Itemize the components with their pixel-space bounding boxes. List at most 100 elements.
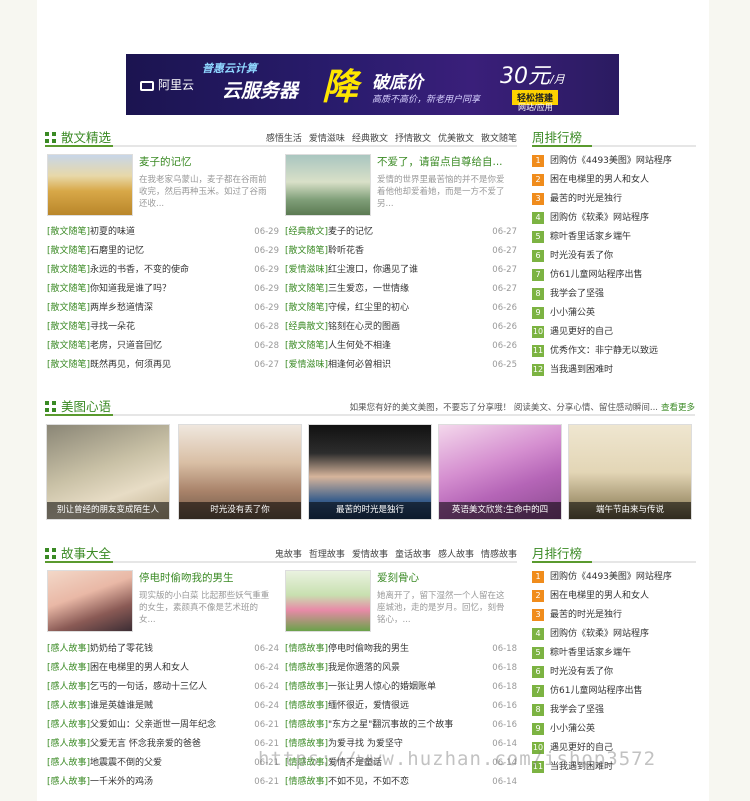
list-category[interactable]: [情感故事] (285, 663, 328, 673)
list-item[interactable]: [情感故事]停电时偷吻我的男生 06-18 (285, 640, 517, 659)
rank-item-title[interactable]: 团购仿《4493美图》网站程序 (550, 572, 672, 582)
rank-item-title[interactable]: 优秀作文：非宁静无以致远 (550, 346, 658, 356)
gallery-caption[interactable]: 最苦的时光是独行 (309, 502, 431, 519)
feature-title[interactable]: 爱刻骨心 (377, 570, 513, 585)
list-title[interactable]: 一千米外的鸡汤 (90, 777, 153, 787)
list-category[interactable]: [感人故事] (47, 720, 90, 730)
list-item[interactable]: [情感故事]一张让男人惊心的婚姻账单 06-18 (285, 678, 517, 697)
list-title[interactable]: 一张让男人惊心的婚姻账单 (328, 682, 436, 692)
list-category[interactable]: [经典散文] (285, 322, 328, 332)
rank-item[interactable]: 7 仿61儿童网站程序出售 (532, 266, 696, 285)
rank-item[interactable]: 6 时光没有丢了你 (532, 247, 696, 266)
list-item[interactable]: [散文随笔]你知道我是谁了吗？ 06-29 (47, 280, 279, 299)
list-title[interactable]: 乞丐的一句话，感动十三亿人 (90, 682, 207, 692)
list-category[interactable]: [散文随笔] (47, 246, 90, 256)
list-title[interactable]: 人生何处不相逢 (328, 341, 391, 351)
rank-item-title[interactable]: 小小蒲公英 (550, 724, 595, 734)
list-category[interactable]: [散文随笔] (47, 284, 90, 294)
rank-item[interactable]: 7 仿61儿童网站程序出售 (532, 682, 696, 701)
category-link[interactable]: 优美散文 (438, 134, 474, 144)
list-title[interactable]: 寻找一朵花 (90, 322, 135, 332)
list-title[interactable]: 红尘渡口，你遇见了谁 (328, 265, 418, 275)
category-link[interactable]: 抒情散文 (395, 134, 431, 144)
list-item[interactable]: [散文随笔]聆听花香 06-27 (285, 242, 517, 261)
rank-item-title[interactable]: 我学会了坚强 (550, 289, 604, 299)
rank-item[interactable]: 2 困在电梯里的男人和女人 (532, 587, 696, 606)
list-category[interactable]: [感人故事] (47, 739, 90, 749)
rank-item[interactable]: 12 当我遇到困难时 (532, 361, 696, 380)
rank-item[interactable]: 4 团购仿《软柔》网站程序 (532, 209, 696, 228)
list-category[interactable]: [散文随笔] (285, 246, 328, 256)
rank-item-title[interactable]: 最苦的时光是独行 (550, 194, 622, 204)
list-item[interactable]: [感人故事]父爱无言 怀念我亲爱的爸爸 06-21 (47, 735, 279, 754)
list-category[interactable]: [爱情滋味] (285, 265, 328, 275)
list-title[interactable]: 两岸乡愁道情深 (90, 303, 153, 313)
section-title-text[interactable]: 故事大全 (61, 546, 111, 561)
list-category[interactable]: [爱情滋味] (285, 360, 328, 370)
feature-card[interactable]: 爱刻骨心 她离开了，留下湿然一个人留在这座城池，走的是岁月。回忆，刻骨铭心，..… (285, 570, 515, 634)
rank-item-title[interactable]: 我学会了坚强 (550, 705, 604, 715)
rank-item[interactable]: 5 粽叶香里话家乡端午 (532, 644, 696, 663)
list-category[interactable]: [散文随笔] (47, 322, 90, 332)
rank-title[interactable]: 周排行榜 (532, 127, 582, 146)
ad-banner[interactable]: 阿里云 普惠云计算 云服务器 降 破底价 高质不高价，新老用户同享 30元/月 … (126, 54, 619, 115)
rank-item-title[interactable]: 团购仿《4493美图》网站程序 (550, 156, 672, 166)
rank-item[interactable]: 4 团购仿《软柔》网站程序 (532, 625, 696, 644)
list-title[interactable]: 老房，只道音回忆 (90, 341, 162, 351)
list-item[interactable]: [经典散文]麦子的记忆 06-27 (285, 223, 517, 242)
list-category[interactable]: [散文随笔] (285, 341, 328, 351)
list-item[interactable]: [感人故事]一千米外的鸡汤 06-21 (47, 773, 279, 792)
list-title[interactable]: 地震震不倒的父爱 (90, 758, 162, 768)
rank-item[interactable]: 6 时光没有丢了你 (532, 663, 696, 682)
list-item[interactable]: [经典散文]铭刻在心灵的图画 06-26 (285, 318, 517, 337)
list-title[interactable]: "东方之星"翻沉事故的三个故事 (328, 720, 453, 730)
feature-card[interactable]: 麦子的记忆 在我老家乌蒙山，麦子都在谷雨前收完，然后再种玉米。如过了谷雨还收..… (47, 154, 277, 218)
rank-item[interactable]: 11 优秀作文：非宁静无以致远 (532, 342, 696, 361)
list-category[interactable]: [感人故事] (47, 644, 90, 654)
list-category[interactable]: [情感故事] (285, 720, 328, 730)
list-title[interactable]: 铭刻在心灵的图画 (328, 322, 400, 332)
list-title[interactable]: 父爱如山：父亲逝世一周年纪念 (90, 720, 216, 730)
list-item[interactable]: [感人故事]谁是英雄谁是贼 06-24 (47, 697, 279, 716)
list-category[interactable]: [感人故事] (47, 682, 90, 692)
wheat-thumbnail[interactable] (47, 154, 133, 216)
list-item[interactable]: [散文随笔]永远的书香，不变的使命 06-29 (47, 261, 279, 280)
list-category[interactable]: [感人故事] (47, 663, 90, 673)
gallery-item[interactable]: 最苦的时光是独行 (308, 424, 432, 520)
category-link[interactable]: 感人故事 (438, 550, 474, 560)
list-item[interactable]: [感人故事]奶奶给了零花钱 06-24 (47, 640, 279, 659)
section-title-text[interactable]: 散文精选 (61, 130, 111, 145)
list-category[interactable]: [情感故事] (285, 644, 328, 654)
rank-item[interactable]: 8 我学会了坚强 (532, 701, 696, 720)
rank-item-title[interactable]: 团购仿《软柔》网站程序 (550, 629, 649, 639)
section-title-text[interactable]: 美图心语 (61, 399, 111, 414)
list-category[interactable]: [散文随笔] (47, 303, 90, 313)
list-title[interactable]: 相逢何必曾相识 (328, 360, 391, 370)
rank-item-title[interactable]: 团购仿《软柔》网站程序 (550, 213, 649, 223)
list-category[interactable]: [散文随笔] (47, 227, 90, 237)
list-item[interactable]: [情感故事]"东方之星"翻沉事故的三个故事 06-16 (285, 716, 517, 735)
view-more-link[interactable]: 查看更多 (661, 403, 695, 413)
gallery-caption[interactable]: 英语美文欣赏:生命中的四 (439, 502, 561, 519)
list-item[interactable]: [散文随笔]老房，只道音回忆 06-28 (47, 337, 279, 356)
rank-item-title[interactable]: 小小蒲公英 (550, 308, 595, 318)
rank-item[interactable]: 3 最苦的时光是独行 (532, 190, 696, 209)
gallery-caption[interactable]: 别让曾经的朋友变成陌生人 (47, 502, 169, 519)
list-item[interactable]: [散文随笔]初夏的味道 06-29 (47, 223, 279, 242)
gallery-caption[interactable]: 时光没有丢了你 (179, 502, 301, 519)
list-category[interactable]: [散文随笔] (285, 303, 328, 313)
gallery-item[interactable]: 时光没有丢了你 (178, 424, 302, 520)
rank-item[interactable]: 3 最苦的时光是独行 (532, 606, 696, 625)
list-item[interactable]: [散文随笔]寻找一朵花 06-28 (47, 318, 279, 337)
list-title[interactable]: 既然再见，何须再见 (90, 360, 171, 370)
list-title[interactable]: 初夏的味道 (90, 227, 135, 237)
gallery-caption[interactable]: 端午节由来与传说 (569, 502, 691, 519)
list-item[interactable]: [散文随笔]石磨里的记忆 06-29 (47, 242, 279, 261)
list-title[interactable]: 守候，红尘里的初心 (328, 303, 409, 313)
list-category[interactable]: [情感故事] (285, 701, 328, 711)
list-title[interactable]: 麦子的记忆 (328, 227, 373, 237)
rank-item-title[interactable]: 粽叶香里话家乡端午 (550, 648, 631, 658)
list-category[interactable]: [散文随笔] (47, 360, 90, 370)
rank-title[interactable]: 月排行榜 (532, 543, 582, 562)
list-title[interactable]: 不如不见，不如不恋 (328, 777, 409, 787)
